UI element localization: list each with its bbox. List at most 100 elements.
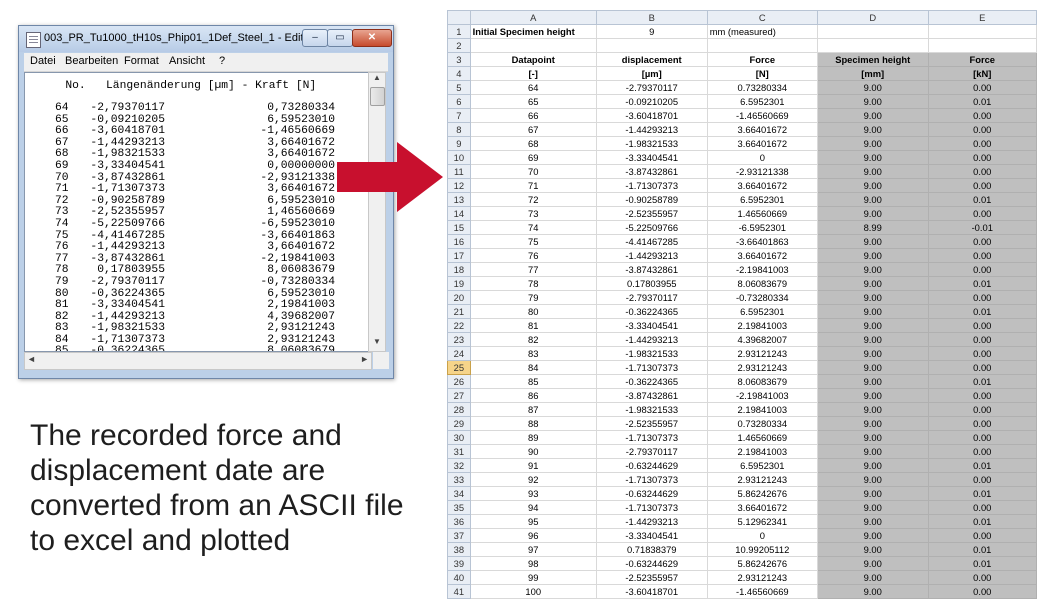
cell-a3[interactable]: Datapoint (469, 52, 597, 67)
datapoint-cell[interactable]: 71 (469, 178, 597, 193)
datapoint-cell[interactable]: 65 (469, 94, 597, 109)
force-kn-cell[interactable]: 0.01 (927, 458, 1037, 473)
datapoint-cell[interactable]: 100 (469, 584, 597, 599)
specimen-height-cell[interactable]: 9.00 (816, 150, 929, 165)
specimen-height-cell[interactable]: 9.00 (816, 556, 929, 571)
force-n-cell[interactable]: 2.93121243 (706, 360, 818, 375)
specimen-height-cell[interactable]: 9.00 (816, 402, 929, 417)
specimen-height-cell[interactable]: 9.00 (816, 430, 929, 445)
row-header[interactable]: 17 (447, 248, 471, 263)
menu-help[interactable]: ? (219, 55, 225, 67)
force-kn-cell[interactable]: 0.00 (927, 178, 1037, 193)
force-n-cell[interactable]: 5.12962341 (706, 514, 818, 529)
cell-d2[interactable] (816, 38, 929, 53)
specimen-height-cell[interactable]: 9.00 (816, 178, 929, 193)
force-n-cell[interactable]: 5.86242676 (706, 486, 818, 501)
column-header-e[interactable]: E (927, 10, 1037, 25)
displacement-cell[interactable]: -1.71307373 (595, 472, 708, 487)
force-n-cell[interactable]: -0.73280334 (706, 290, 818, 305)
row-header[interactable]: 37 (447, 528, 471, 543)
cell-b2[interactable] (595, 38, 708, 53)
notepad-titlebar[interactable]: 003_PR_Tu1000_tH10s_Phip01_1Def_Steel_1 … (19, 26, 393, 52)
datapoint-cell[interactable]: 88 (469, 416, 597, 431)
displacement-cell[interactable]: 0.71838379 (595, 542, 708, 557)
specimen-height-cell[interactable]: 9.00 (816, 472, 929, 487)
force-n-cell[interactable]: 0.73280334 (706, 80, 818, 95)
specimen-height-cell[interactable]: 9.00 (816, 164, 929, 179)
force-kn-cell[interactable]: 0.00 (927, 150, 1037, 165)
force-kn-cell[interactable]: 0.01 (927, 514, 1037, 529)
datapoint-cell[interactable]: 66 (469, 108, 597, 123)
force-kn-cell[interactable]: 0.00 (927, 164, 1037, 179)
displacement-cell[interactable]: -5.22509766 (595, 220, 708, 235)
force-kn-cell[interactable]: 0.00 (927, 108, 1037, 123)
specimen-height-cell[interactable]: 9.00 (816, 570, 929, 585)
specimen-height-cell[interactable]: 9.00 (816, 500, 929, 515)
datapoint-cell[interactable]: 72 (469, 192, 597, 207)
force-n-cell[interactable]: 6.5952301 (706, 94, 818, 109)
displacement-cell[interactable]: -3.87432861 (595, 388, 708, 403)
cell-b1[interactable]: 9 (595, 24, 708, 39)
displacement-cell[interactable]: -1.98321533 (595, 346, 708, 361)
force-n-cell[interactable]: 0 (706, 528, 818, 543)
specimen-height-cell[interactable]: 9.00 (816, 206, 929, 221)
cell-b4[interactable]: [µm] (595, 66, 708, 81)
datapoint-cell[interactable]: 95 (469, 514, 597, 529)
row-header[interactable]: 33 (447, 472, 471, 487)
displacement-cell[interactable]: -3.33404541 (595, 150, 708, 165)
force-n-cell[interactable]: -2.19841003 (706, 388, 818, 403)
row-header[interactable]: 32 (447, 458, 471, 473)
force-kn-cell[interactable]: 0.00 (927, 262, 1037, 277)
datapoint-cell[interactable]: 86 (469, 388, 597, 403)
displacement-cell[interactable]: -0.09210205 (595, 94, 708, 109)
force-kn-cell[interactable]: 0.00 (927, 234, 1037, 249)
row-header[interactable]: 27 (447, 388, 471, 403)
specimen-height-cell[interactable]: 9.00 (816, 80, 929, 95)
specimen-height-cell[interactable]: 9.00 (816, 108, 929, 123)
force-kn-cell[interactable]: 0.00 (927, 416, 1037, 431)
force-kn-cell[interactable]: 0.00 (927, 500, 1037, 515)
row-header[interactable]: 40 (447, 570, 471, 585)
row-header[interactable]: 4 (447, 66, 471, 81)
displacement-cell[interactable]: -1.44293213 (595, 514, 708, 529)
column-header-c[interactable]: C (706, 10, 818, 25)
displacement-cell[interactable]: -1.71307373 (595, 360, 708, 375)
row-header[interactable]: 20 (447, 290, 471, 305)
force-kn-cell[interactable]: 0.00 (927, 584, 1037, 599)
cell-d4[interactable]: [mm] (816, 66, 929, 81)
force-kn-cell[interactable]: 0.00 (927, 290, 1037, 305)
cell-c4[interactable]: [N] (706, 66, 818, 81)
force-kn-cell[interactable]: 0.01 (927, 304, 1037, 319)
scroll-up-icon[interactable]: ▲ (369, 73, 385, 87)
force-kn-cell[interactable]: 0.00 (927, 122, 1037, 137)
force-n-cell[interactable]: 8.06083679 (706, 374, 818, 389)
datapoint-cell[interactable]: 89 (469, 430, 597, 445)
displacement-cell[interactable]: -2.79370117 (595, 80, 708, 95)
datapoint-cell[interactable]: 79 (469, 290, 597, 305)
force-kn-cell[interactable]: 0.00 (927, 472, 1037, 487)
menu-format[interactable]: Format (124, 55, 159, 67)
displacement-cell[interactable]: -3.33404541 (595, 528, 708, 543)
force-n-cell[interactable]: 3.66401672 (706, 136, 818, 151)
force-kn-cell[interactable]: 0.00 (927, 430, 1037, 445)
cell-c2[interactable] (706, 38, 818, 53)
datapoint-cell[interactable]: 68 (469, 136, 597, 151)
displacement-cell[interactable]: -0.63244629 (595, 458, 708, 473)
cell-b3[interactable]: displacement (595, 52, 708, 67)
row-header[interactable]: 21 (447, 304, 471, 319)
specimen-height-cell[interactable]: 9.00 (816, 192, 929, 207)
text-editor-area[interactable]: No. Längenänderung [µm] - Kraft [N] 64 -2… (24, 72, 374, 352)
displacement-cell[interactable]: -1.71307373 (595, 178, 708, 193)
displacement-cell[interactable]: -3.33404541 (595, 318, 708, 333)
force-n-cell[interactable]: 1.46560669 (706, 206, 818, 221)
force-kn-cell[interactable]: 0.00 (927, 332, 1037, 347)
displacement-cell[interactable]: -0.90258789 (595, 192, 708, 207)
force-n-cell[interactable]: -1.46560669 (706, 108, 818, 123)
force-n-cell[interactable]: 1.46560669 (706, 430, 818, 445)
datapoint-cell[interactable]: 84 (469, 360, 597, 375)
force-kn-cell[interactable]: 0.01 (927, 486, 1037, 501)
row-header[interactable]: 12 (447, 178, 471, 193)
force-n-cell[interactable]: 10.99205112 (706, 542, 818, 557)
specimen-height-cell[interactable]: 9.00 (816, 318, 929, 333)
column-header-d[interactable]: D (816, 10, 929, 25)
